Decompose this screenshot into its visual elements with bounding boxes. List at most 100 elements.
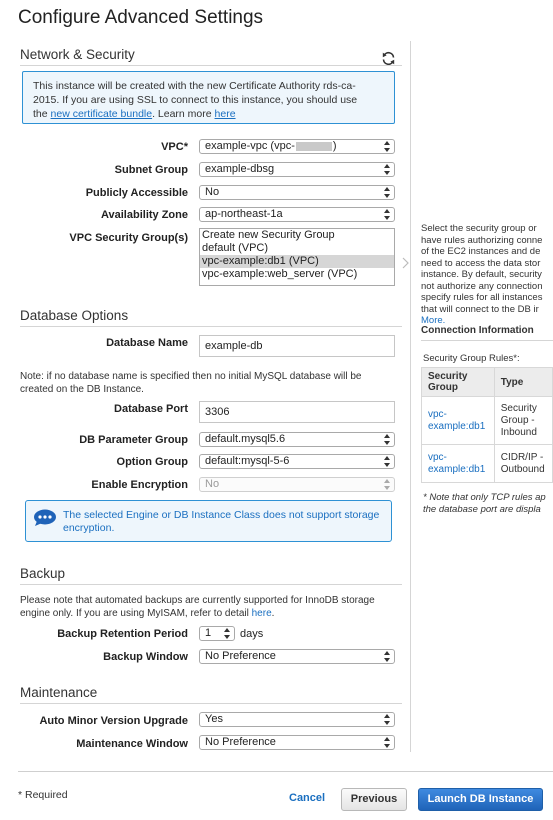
maintenance-window-select[interactable]: No Preference [199,735,395,750]
db-parameter-group-select[interactable]: default.mysql5.6 [199,432,395,447]
database-port-label: Database Port [114,403,188,415]
publicly-accessible-label: Publicly Accessible [85,187,188,199]
network-section-title: Network & Security [20,47,135,62]
info-text: the [33,108,51,120]
table-row: vpc-example:db1 CIDR/IP - Outbound [421,444,553,483]
chat-bubble-icon [34,509,56,526]
help-line: Select the security group or [421,223,537,234]
availability-zone-select[interactable]: ap-northeast-1a [199,207,395,222]
maintenance-section-title: Maintenance [20,685,98,700]
select-arrows-icon [384,434,390,445]
table-header: Type [493,367,553,397]
select-arrows-icon [384,164,390,175]
availability-zone-label: Availability Zone [100,209,188,221]
table-cell-link[interactable]: vpc-example:db1 [421,396,495,445]
maintenance-window-label: Maintenance Window [76,738,188,750]
param-value: default.mysql5.6 [205,433,286,445]
vpc-select[interactable]: example-vpc (vpc-) [199,139,395,154]
divider [421,340,553,341]
retention-unit: days [240,628,264,640]
cancel-button[interactable]: Cancel [289,792,325,804]
info-text: . Learn more [152,108,215,120]
option-group-select[interactable]: default:mysql-5-6 [199,454,395,469]
az-value: ap-northeast-1a [205,208,283,220]
refresh-icon[interactable] [381,51,396,66]
table-row: vpc-example:db1 Security Group - Inbound [421,396,553,445]
note-text: engine only. If you are using MyISAM, re… [20,608,252,619]
vpc-security-groups-list[interactable]: Create new Security Group default (VPC) … [199,228,395,286]
note-line: created on the DB Instance. [20,384,144,395]
vpc-value-end: ) [332,140,337,152]
cell-text: vpc- [428,408,447,420]
divider [20,65,402,66]
backup-window-select[interactable]: No Preference [199,649,395,664]
select-arrows-icon [384,737,390,748]
select-arrows-icon [384,456,390,467]
previous-button[interactable]: Previous [341,788,407,811]
encryption-warning-box: The selected Engine or DB Instance Class… [25,500,392,542]
learn-more-link[interactable]: here [215,108,236,120]
database-section-title: Database Options [20,308,129,323]
backup-detail-link[interactable]: here [252,608,272,619]
cell-text: example:db1 [428,463,486,475]
vpc-label: VPC* [161,141,188,153]
cell-text: Security [500,402,537,414]
connection-info-title: Connection Information [421,325,534,336]
required-note: * Required [18,789,68,801]
select-arrows-icon [224,628,230,639]
header-text: Group [428,382,458,393]
sg-rules-label: Security Group Rules*: [423,353,520,364]
backup-retention-label: Backup Retention Period [57,628,188,640]
table-cell-link[interactable]: vpc-example:db1 [421,444,495,483]
divider [20,326,402,327]
tcp-rules-note: * Note that only TCP rules ap the databa… [423,492,546,515]
table-header: Security Group [421,367,495,397]
select-arrows-icon [384,141,390,152]
maintenance-window-value: No Preference [205,736,276,748]
warning-line: encryption. [63,522,115,534]
auto-upgrade-value: Yes [205,713,223,725]
backup-section-title: Backup [20,566,66,581]
help-line: that will connect to the DB ir [421,303,539,315]
database-name-input[interactable]: example-db [199,335,395,357]
cell-text: Inbound [500,426,537,438]
help-line: instance. By default, security [421,269,542,280]
subnet-value: example-dbsg [205,163,275,175]
certificate-bundle-link[interactable]: new certificate bundle [51,108,153,120]
help-line: need to access the data stor [421,257,541,269]
help-line: specify rules for all instances [421,292,543,303]
cell-text: example:db1 [428,420,486,432]
list-option[interactable]: default (VPC) [200,242,394,255]
certificate-info-box: This instance will be created with the n… [22,71,395,124]
help-line: not authorize any connection [421,280,543,292]
enable-encryption-label: Enable Encryption [91,479,188,491]
database-port-input[interactable]: 3306 [199,401,395,423]
publicly-accessible-select[interactable]: No [199,185,395,200]
auto-minor-upgrade-select[interactable]: Yes [199,712,395,727]
note-line: * Note that only TCP rules ap [423,492,546,503]
help-line: of the EC2 instances and de [421,246,541,257]
select-arrows-icon [384,187,390,198]
cell-text: CIDR/IP - [500,451,544,463]
list-option[interactable]: vpc-example:web_server (VPC) [200,268,394,281]
launch-db-instance-button[interactable]: Launch DB Instance [418,788,543,811]
subnet-group-select[interactable]: example-dbsg [199,162,395,177]
note-line: Note: if no database name is specified t… [20,371,362,382]
page-title: Configure Advanced Settings [18,7,264,28]
redacted-mark [295,141,332,151]
column-divider [410,41,411,752]
backup-window-label: Backup Window [103,651,188,663]
divider [20,584,402,585]
vpc-security-groups-label: VPC Security Group(s) [69,232,188,244]
note-text: . [271,608,275,619]
info-line-1: This instance will be created with the n… [33,80,356,92]
table-cell: CIDR/IP - Outbound [493,444,553,483]
list-option-selected[interactable]: vpc-example:db1 (VPC) [200,255,394,268]
database-name-note: Note: if no database name is specified t… [20,370,362,396]
note-line: engine only. If you are using MyISAM, re… [20,607,375,620]
cell-text: Outbound [500,463,545,475]
backup-retention-select[interactable]: 1 [199,626,235,641]
cell-text: vpc- [428,451,447,463]
list-option[interactable]: Create new Security Group [200,229,394,242]
footer-divider [18,771,553,772]
